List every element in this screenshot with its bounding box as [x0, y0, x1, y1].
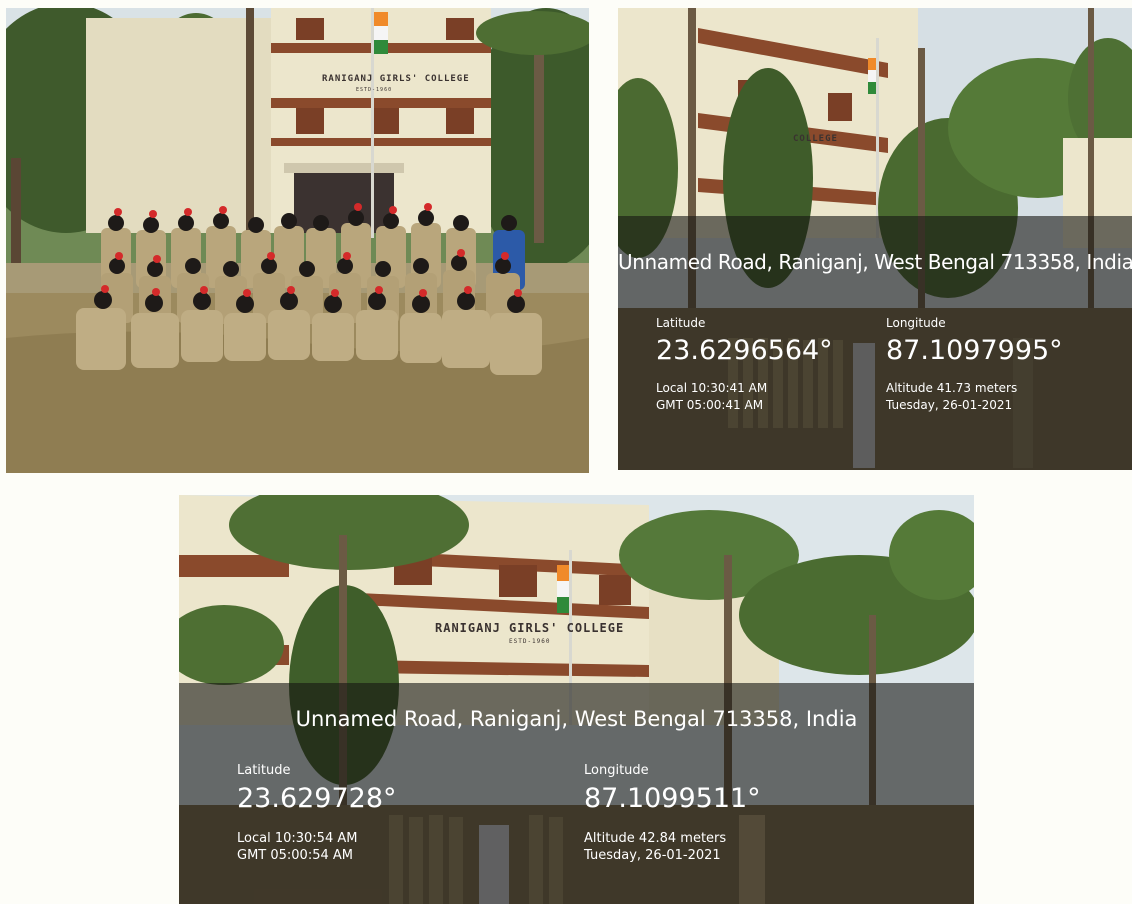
altitude-text: Altitude 42.84 meters: [584, 831, 727, 846]
gps-photo-2: RANIGANJ GIRLS' COLLEGE ESTD-1960 Unname…: [179, 495, 974, 904]
longitude-value: 87.1097995°: [886, 335, 1063, 366]
longitude-value: 87.1099511°: [584, 783, 761, 814]
latitude-value: 23.629728°: [237, 783, 397, 814]
local-time: Local 10:30:54 AM: [237, 831, 358, 846]
longitude-label: Longitude: [584, 763, 649, 778]
group-photo-scene: [6, 8, 589, 473]
address-text: Unnamed Road, Raniganj, West Bengal 7133…: [295, 707, 858, 731]
gmt-time: GMT 05:00:41 AM: [656, 398, 764, 412]
date-text: Tuesday, 26-01-2021: [886, 398, 1013, 412]
longitude-block: Longitude 87.1099511° Altitude 42.84 met…: [584, 763, 761, 864]
latitude-value: 23.6296564°: [656, 335, 833, 366]
building-sign: RANIGANJ GIRLS' COLLEGE: [435, 621, 625, 635]
latitude-block: Latitude 23.629728° Local 10:30:54 AM GM…: [237, 763, 397, 864]
address-text: Unnamed Road, Raniganj, West Bengal 7133…: [618, 250, 1132, 274]
local-time: Local 10:30:41 AM: [656, 381, 768, 395]
latitude-label: Latitude: [237, 763, 291, 778]
date-text: Tuesday, 26-01-2021: [584, 848, 721, 863]
longitude-block: Longitude 87.1097995° Altitude 41.73 met…: [886, 315, 1063, 414]
longitude-label: Longitude: [886, 316, 946, 330]
latitude-label: Latitude: [656, 316, 706, 330]
latitude-block: Latitude 23.6296564° Local 10:30:41 AM G…: [656, 315, 833, 414]
building-sign-sub: ESTD-1960: [509, 638, 551, 645]
gps-photo-1: COLLEGE Unnamed Road, Raniganj, West Ben…: [618, 8, 1132, 470]
group-photo: RANIGANJ GIRLS' COLLEGE ESTD-1960: [6, 8, 589, 473]
building-sign: COLLEGE: [793, 134, 838, 144]
altitude-text: Altitude 41.73 meters: [886, 381, 1018, 395]
building-sign-sub: ESTD-1960: [356, 87, 393, 93]
gps-overlay: Unnamed Road, Raniganj, West Bengal 7133…: [179, 683, 974, 904]
gmt-time: GMT 05:00:54 AM: [237, 848, 353, 863]
gps-overlay: Unnamed Road, Raniganj, West Bengal 7133…: [618, 216, 1132, 470]
building-sign: RANIGANJ GIRLS' COLLEGE: [322, 74, 470, 84]
